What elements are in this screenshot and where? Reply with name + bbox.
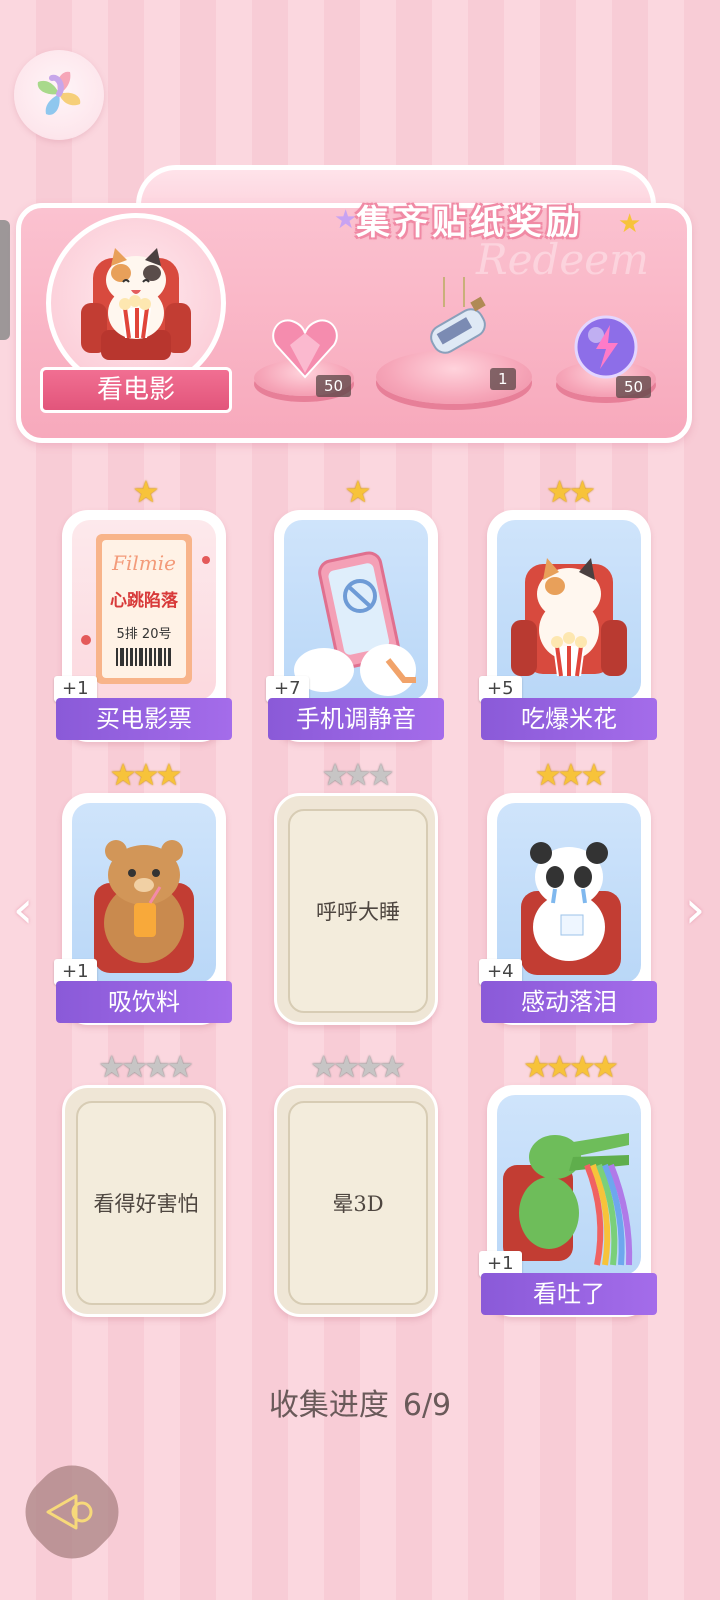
side-drawer-handle[interactable] — [0, 220, 10, 340]
movie-ticket-icon: Filmie 心跳陷落 5排 20号 — [81, 534, 210, 684]
bottle-charm-icon — [430, 277, 486, 354]
chevron-left-icon[interactable]: ‹ — [8, 880, 38, 940]
purple-lightning-orb-icon — [574, 315, 638, 379]
star-rating: ★ — [344, 475, 372, 510]
reward-banner: Redeem ★ ★ 集齐贴纸奖励 看电影 50 1 50 — [16, 165, 692, 445]
svg-text:Filmie: Filmie — [111, 551, 176, 575]
card-art — [497, 1095, 641, 1275]
star-rating: ★★★★ — [523, 1050, 619, 1085]
star-rating: ★★★ — [321, 758, 395, 793]
card-label: 吃爆米花 — [481, 698, 657, 740]
purple-star-icon: ★ — [334, 205, 358, 235]
theme-badge[interactable] — [46, 213, 226, 393]
gold-star-icon: ★ — [618, 209, 642, 239]
svg-text:心跳陷落: 心跳陷落 — [110, 590, 179, 611]
star-rating: ★★★ — [534, 758, 608, 793]
svg-text:5排 20号: 5排 20号 — [117, 627, 172, 642]
card-art — [497, 803, 641, 983]
reward-count: 50 — [316, 375, 352, 397]
collection-progress: 收集进度 6/9 — [0, 1380, 720, 1424]
card-label: 看吐了 — [481, 1273, 657, 1315]
app-logo-button[interactable] — [14, 50, 104, 140]
cat-in-cinema-seat-icon — [81, 248, 191, 360]
sticker-card[interactable]: ★★★ +4 感动落泪 — [479, 759, 657, 1025]
reward-count: 50 — [616, 376, 652, 398]
sticker-card[interactable]: ★ +7 手机调静音 — [266, 476, 444, 742]
star-rating: ★★★★ — [98, 1050, 194, 1085]
cat-popcorn-icon — [511, 558, 627, 677]
pink-heart-gem-icon — [272, 319, 338, 379]
card-label: 买电影票 — [56, 698, 232, 740]
card-label: 手机调静音 — [268, 698, 444, 740]
card-label: 看得好害怕 — [76, 1101, 216, 1305]
card-art: Filmie 心跳陷落 5排 20号 — [72, 520, 216, 700]
chevron-right-icon[interactable]: › — [680, 880, 710, 940]
phone-silent-icon — [294, 551, 416, 696]
sticker-card-locked[interactable]: ★★★ 呼呼大睡 — [274, 759, 438, 1025]
sticker-card[interactable]: ★★★ +1 吸饮料 — [54, 759, 232, 1025]
star-rating: ★ — [132, 475, 160, 510]
bear-drink-icon — [94, 840, 194, 973]
theme-label: 看电影 — [40, 367, 232, 413]
card-label: 感动落泪 — [481, 981, 657, 1023]
app-pinwheel-icon — [37, 71, 81, 115]
star-rating: ★★★★ — [310, 1050, 406, 1085]
crocodile-rainbow-icon — [503, 1133, 633, 1266]
sticker-card[interactable]: ★★ +5 吃爆米花 — [479, 476, 657, 742]
card-label: 呼呼大睡 — [288, 809, 428, 1013]
card-label: 晕3D — [288, 1101, 428, 1305]
card-art — [284, 520, 428, 700]
card-label: 吸饮料 — [56, 981, 232, 1023]
sticker-card-locked[interactable]: ★★★★ 看得好害怕 — [62, 1051, 226, 1317]
progress-value: 6/9 — [402, 1388, 452, 1423]
panda-crying-icon — [521, 842, 621, 975]
reward-count: 1 — [490, 368, 516, 390]
star-rating: ★★★ — [109, 758, 183, 793]
card-art — [72, 803, 216, 983]
sticker-card-locked[interactable]: ★★★★ 晕3D — [274, 1051, 438, 1317]
star-rating: ★★ — [546, 475, 596, 510]
sticker-card[interactable]: ★ Filmie 心跳陷落 5排 20号 +1 买电影票 — [54, 476, 232, 742]
sticker-card[interactable]: ★★★★ +1 看吐了 — [479, 1051, 657, 1317]
card-art — [497, 520, 641, 700]
reward-title: 集齐贴纸奖励 — [356, 203, 584, 243]
progress-label: 收集进度 — [268, 1388, 389, 1423]
back-arrow-icon — [46, 1494, 93, 1530]
